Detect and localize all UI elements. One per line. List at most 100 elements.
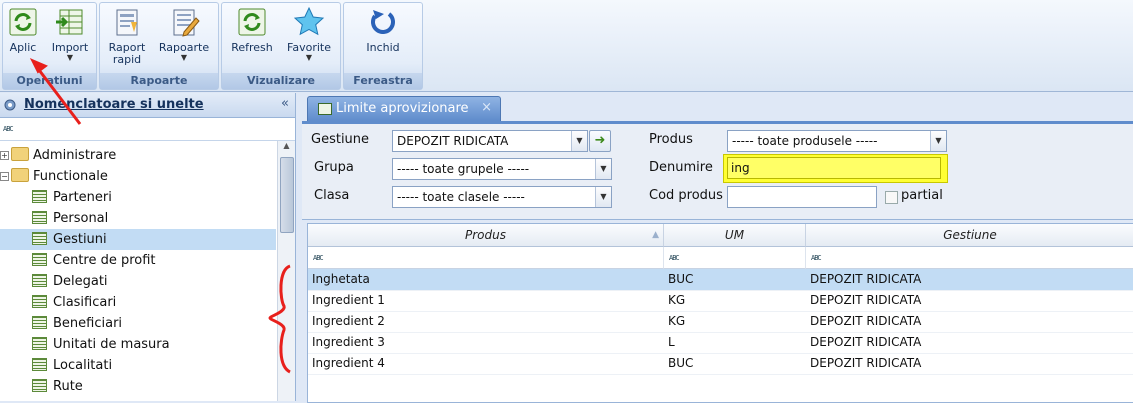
ribbon-group-rapoarte: Raport rapid Rapoarte ▼ Rapoarte — [99, 2, 219, 90]
chevron-down-icon: ▼ — [66, 53, 74, 62]
results-grid: Produs ▲ UM Gestiune ABC ABC ABC Ingheta… — [307, 223, 1133, 403]
rapoarte-button[interactable]: Rapoarte ▼ — [155, 6, 213, 62]
tree-item-label: Gestiuni — [53, 232, 107, 247]
table-row[interactable]: Ingredient 1 KG DEPOZIT RIDICATA — [308, 290, 1133, 312]
chevron-down-icon[interactable]: ▼ — [930, 131, 946, 151]
grid-filter-gestiune[interactable]: ABC — [806, 247, 1133, 269]
collapse-icon[interactable]: « — [281, 96, 289, 111]
grid-filter-produs[interactable]: ABC — [308, 247, 664, 269]
chevron-down-icon[interactable]: ▼ — [595, 159, 611, 179]
tree-view: + Administrare − Functionale Parteneri Person… — [0, 141, 277, 401]
main-panel: Limite aprovizionare × Gestiune DEPOZIT … — [302, 93, 1133, 403]
tree-item-label: Administrare — [33, 148, 117, 163]
gestiune-select[interactable]: DEPOZIT RIDICATA ▼ — [392, 130, 588, 152]
chevron-down-icon: ▼ — [305, 53, 313, 62]
table-icon — [32, 316, 47, 329]
vertical-scrollbar[interactable]: ▲ — [277, 141, 295, 401]
tree-item-label: Localitati — [53, 358, 113, 373]
grupa-value: ----- toate grupele ----- — [397, 162, 530, 176]
cell-gestiune: DEPOZIT RIDICATA — [810, 335, 922, 349]
tree-item-unitati-de-masura[interactable]: Unitati de masura — [0, 334, 276, 355]
table-icon — [32, 337, 47, 350]
ribbon-group-operatiuni: Aplic Import ▼ Operatiuni — [2, 2, 97, 90]
cell-gestiune: DEPOZIT RIDICATA — [810, 272, 922, 286]
table-row[interactable]: Ingredient 2 KG DEPOZIT RIDICATA — [308, 311, 1133, 333]
ribbon-group-fereastra: Inchid Fereastra — [343, 2, 423, 90]
table-icon — [32, 295, 47, 308]
tree-item-label: Clasificari — [53, 295, 117, 310]
close-window-icon — [371, 10, 395, 34]
ribbon-group-title: Rapoarte — [100, 73, 218, 89]
table-row[interactable]: Inghetata BUC DEPOZIT RIDICATA — [308, 269, 1133, 291]
scroll-thumb[interactable] — [280, 157, 294, 233]
tree-item-delegati[interactable]: Delegati — [0, 271, 276, 292]
cell-gestiune: DEPOZIT RIDICATA — [810, 314, 922, 328]
inchid-button[interactable]: Inchid — [358, 6, 408, 54]
tree-item-gestiuni[interactable]: Gestiuni — [0, 229, 276, 250]
tree-item-label: Personal — [53, 211, 109, 226]
tree-item-label: Beneficiari — [53, 316, 123, 331]
favorite-button[interactable]: Favorite ▼ — [282, 6, 336, 62]
partial-checkbox[interactable] — [885, 191, 898, 204]
scroll-up-icon[interactable]: ▲ — [278, 141, 295, 155]
tree-item-clasificari[interactable]: Clasificari — [0, 292, 276, 313]
expand-icon[interactable]: + — [0, 151, 9, 160]
ribbon-toolbar: Aplic Import ▼ Operatiuni Raport rapid R… — [0, 0, 1133, 92]
column-header-gestiune[interactable]: Gestiune — [806, 224, 1133, 247]
tree-item-rute[interactable]: Rute — [0, 376, 276, 397]
tree-item-localitati[interactable]: Localitati — [0, 355, 276, 376]
grupa-select[interactable]: ----- toate grupele ----- ▼ — [392, 158, 612, 180]
partial-label: partial — [901, 188, 943, 203]
tree-item-personal[interactable]: Personal — [0, 208, 276, 229]
tree-item-centre-de-profit[interactable]: Centre de profit — [0, 250, 276, 271]
filter-form: Gestiune DEPOZIT RIDICATA ▼ ➜ Grupa ----… — [302, 121, 1133, 220]
cell-um: BUC — [668, 272, 694, 286]
go-arrow-button[interactable]: ➜ — [589, 130, 611, 152]
denumire-input[interactable]: ing — [727, 157, 941, 179]
tree-item-functionale[interactable]: − Functionale — [0, 166, 108, 187]
cell-um: KG — [668, 293, 686, 307]
abc-filter-icon: ABC — [313, 254, 324, 262]
tree-item-parteneri[interactable]: Parteneri — [0, 187, 276, 208]
close-icon[interactable]: × — [481, 100, 492, 115]
column-header-produs[interactable]: Produs ▲ — [308, 224, 664, 247]
cell-gestiune: DEPOZIT RIDICATA — [810, 356, 922, 370]
raport-rapid-label-2: rapid — [112, 53, 142, 66]
refresh-button[interactable]: Refresh — [227, 6, 277, 54]
table-row[interactable]: Ingredient 3 L DEPOZIT RIDICATA — [308, 332, 1133, 354]
cell-produs: Ingredient 2 — [312, 314, 385, 328]
clasa-value: ----- toate clasele ----- — [397, 190, 525, 204]
abc-filter-icon: ABC — [3, 125, 14, 133]
collapse-icon[interactable]: − — [0, 172, 9, 181]
grid-filter-um[interactable]: ABC — [664, 247, 806, 269]
tree-item-beneficiari[interactable]: Beneficiari — [0, 313, 276, 334]
raport-rapid-button[interactable]: Raport rapid — [105, 6, 149, 66]
tree-item-administrare[interactable]: + Administrare — [0, 145, 116, 166]
column-header-um[interactable]: UM — [664, 224, 806, 247]
tab-limite-aprovizionare[interactable]: Limite aprovizionare × — [307, 96, 501, 121]
chevron-down-icon[interactable]: ▼ — [571, 131, 587, 151]
aplic-button[interactable]: Aplic — [6, 6, 40, 54]
chevron-down-icon[interactable]: ▼ — [595, 187, 611, 207]
folder-icon — [11, 147, 29, 161]
tree-item-label: Centre de profit — [53, 253, 156, 268]
cell-produs: Ingredient 4 — [312, 356, 385, 370]
cod-produs-input[interactable] — [727, 186, 877, 208]
table-icon — [318, 103, 332, 115]
quick-report-icon — [116, 9, 138, 36]
cell-gestiune: DEPOZIT RIDICATA — [810, 293, 922, 307]
table-row[interactable]: Ingredient 4 BUC DEPOZIT RIDICATA — [308, 353, 1133, 375]
folder-icon — [11, 168, 29, 182]
cell-produs: Ingredient 3 — [312, 335, 385, 349]
table-icon — [32, 253, 47, 266]
tab-label: Limite aprovizionare — [336, 101, 469, 116]
produs-select[interactable]: ----- toate produsele ----- ▼ — [727, 130, 947, 152]
import-button[interactable]: Import ▼ — [49, 6, 91, 62]
refresh-apply-icon — [9, 8, 37, 36]
tree-filter-row[interactable]: ABC — [0, 118, 295, 141]
clasa-label: Clasa — [314, 188, 350, 203]
produs-value: ----- toate produsele ----- — [732, 134, 878, 148]
clasa-select[interactable]: ----- toate clasele ----- ▼ — [392, 186, 612, 208]
gestiune-value: DEPOZIT RIDICATA — [397, 134, 509, 148]
inchid-label: Inchid — [366, 41, 400, 54]
